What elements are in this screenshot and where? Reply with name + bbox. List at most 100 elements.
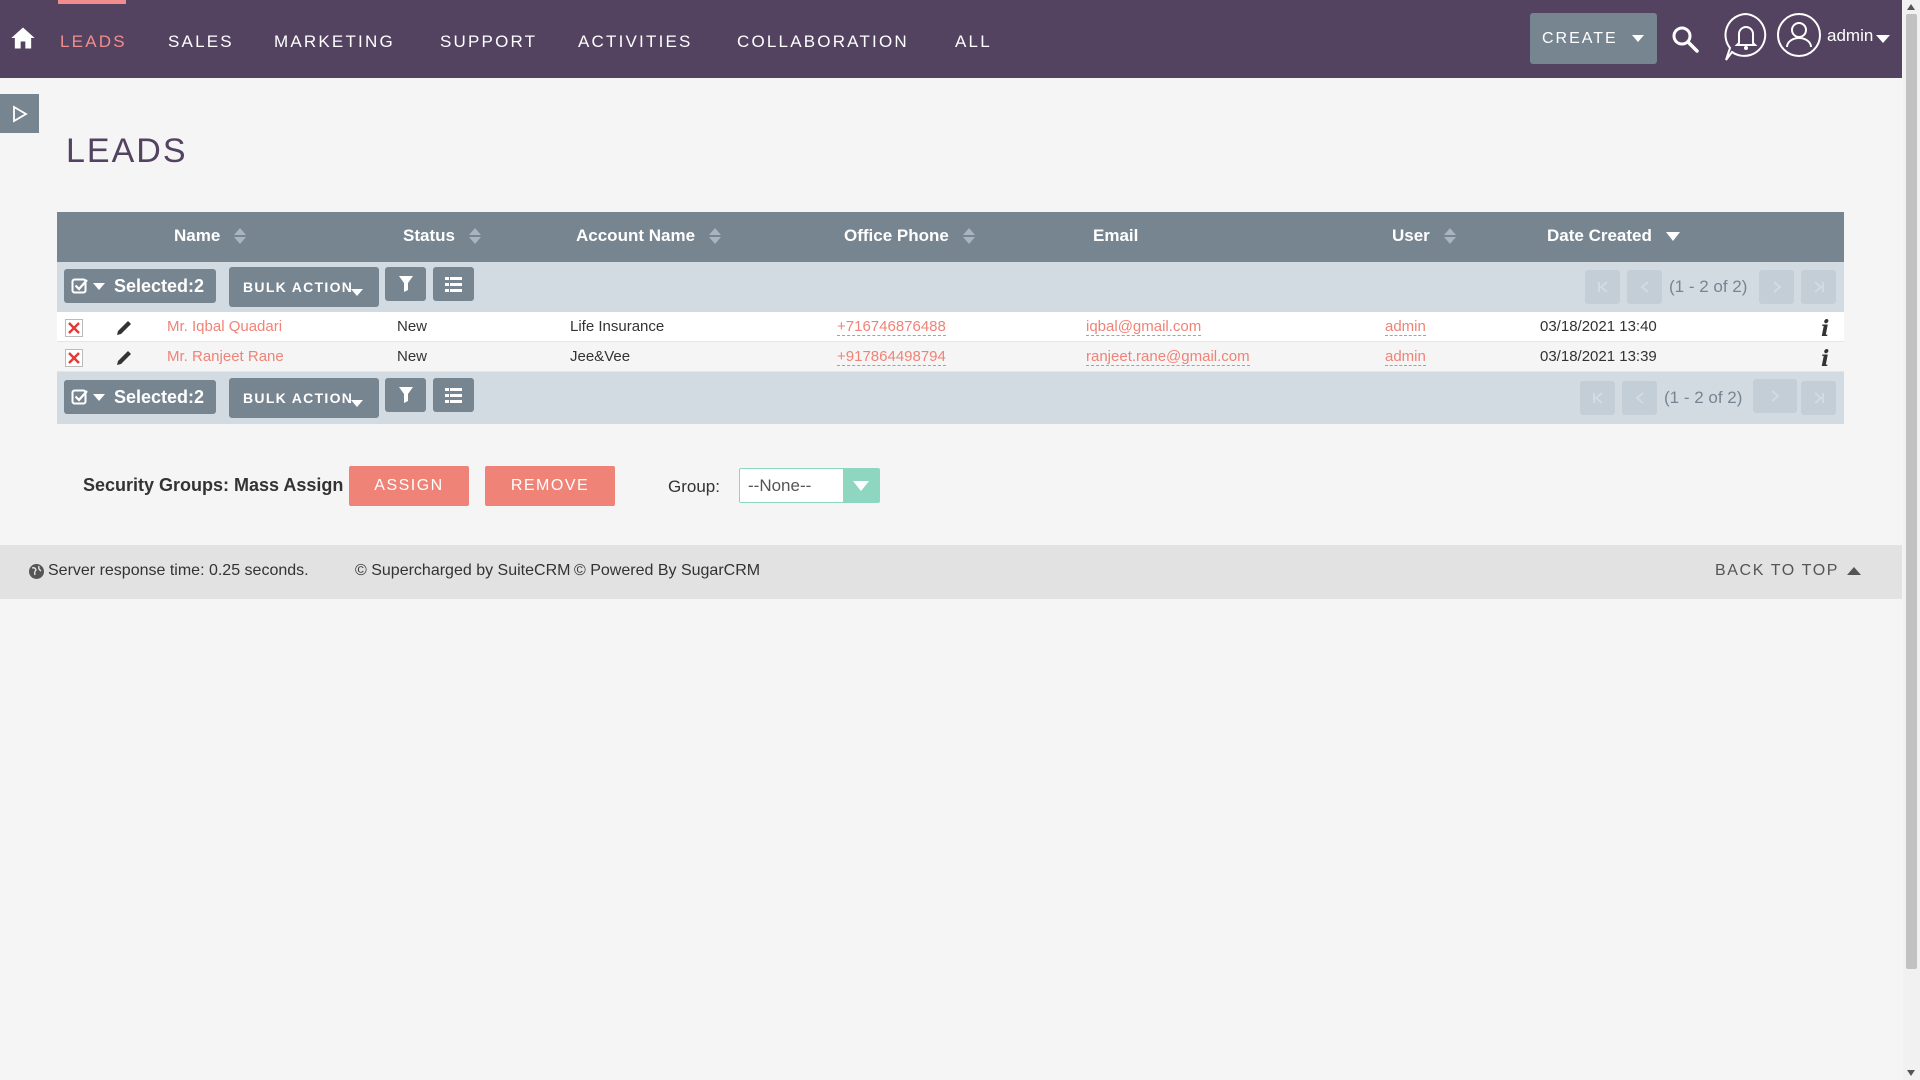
top-navigation-bar: LEADS SALES MARKETING SUPPORT ACTIVITIES… [0,0,1902,78]
assign-button[interactable]: ASSIGN [349,466,469,506]
column-header-account-name-label: Account Name [576,226,696,245]
lead-status: New [397,318,428,335]
nav-item-all[interactable]: ALL [955,0,992,78]
sidebar-toggle-button[interactable] [0,94,39,133]
filter-button[interactable] [385,267,426,301]
scroll-down-arrow-icon[interactable] [1907,1070,1915,1076]
pagination-last-button[interactable] [1801,270,1836,304]
sort-descending-icon[interactable] [1665,231,1680,241]
remove-button[interactable]: REMOVE [485,466,615,506]
scroll-up-arrow-icon[interactable] [1907,4,1915,10]
info-icon[interactable]: i [1821,316,1829,342]
sort-icon[interactable] [1443,227,1456,245]
pagination-prev-button[interactable] [1627,270,1662,304]
column-header-user[interactable]: User [1392,226,1456,246]
user-avatar-icon[interactable] [1776,12,1822,58]
lead-name-link[interactable]: Mr. Iqbal Quadari [167,318,282,335]
filter-button[interactable] [385,378,426,412]
security-groups-label: Security Groups: Mass Assign [83,475,344,495]
column-header-office-phone-label: Office Phone [844,226,949,245]
column-header-account-name[interactable]: Account Name [576,226,722,246]
chevron-down-icon [351,400,363,407]
action-bar-top: Selected:2 BULK ACTION (1 - 2 of 2) [57,262,1844,312]
row-select-checkbox[interactable] [65,319,83,337]
play-triangle-icon [12,104,28,123]
nav-item-support[interactable]: SUPPORT [440,0,537,78]
bulk-action-label: BULK ACTION [243,390,354,406]
chevron-down-icon [1631,35,1644,42]
column-header-name-label: Name [174,226,221,245]
nav-item-marketing[interactable]: MARKETING [274,0,395,78]
user-menu-label[interactable]: admin [1827,26,1873,46]
sort-icon[interactable] [468,227,481,245]
column-header-office-phone[interactable]: Office Phone [844,226,975,246]
suitecrm-credit-link[interactable]: © Supercharged by SuiteCRM [355,562,570,580]
lead-office-phone-link[interactable]: +917864498794 [837,348,946,366]
mass-select-button[interactable]: Selected:2 [64,269,216,303]
chevron-right-icon [1772,281,1782,293]
info-icon[interactable]: i [1821,346,1829,372]
lead-name-link[interactable]: Mr. Ranjeet Rane [167,348,284,365]
pagination-last-button[interactable] [1801,381,1836,415]
nav-item-sales[interactable]: SALES [168,0,234,78]
pagination-first-button[interactable] [1585,270,1620,304]
pagination-count: (1 - 2 of 2) [1664,388,1743,407]
nav-item-leads[interactable]: LEADS [60,0,127,78]
vertical-scrollbar[interactable] [1903,0,1920,1080]
last-page-icon [1813,281,1824,293]
group-select[interactable]: --None-- [739,468,880,503]
column-header-name[interactable]: Name [174,226,247,246]
chevron-down-icon[interactable] [843,469,879,502]
row-select-checkbox[interactable] [65,349,83,367]
globe-icon [29,564,44,579]
user-menu-chevron-icon[interactable] [1876,35,1890,43]
lead-user-link[interactable]: admin [1385,318,1426,336]
chevron-left-icon [1639,281,1649,293]
server-response-time: Server response time: 0.25 seconds. [48,562,309,579]
scrollbar-thumb[interactable] [1906,14,1917,969]
mass-select-button[interactable]: Selected:2 [64,380,216,414]
lead-user-link[interactable]: admin [1385,348,1426,366]
pencil-edit-icon[interactable] [114,318,134,338]
pagination-first-button[interactable] [1580,381,1615,415]
pagination-prev-button[interactable] [1622,381,1657,415]
pencil-edit-icon[interactable] [114,348,134,368]
filter-icon [398,387,413,403]
first-page-icon [1592,392,1603,404]
selected-count: Selected:2 [114,275,205,296]
table-header: Name Status Account Name Office Phone Em… [57,212,1844,262]
lead-date-created: 03/18/2021 13:40 [1540,318,1657,335]
list-columns-icon [445,276,462,292]
search-icon[interactable] [1670,24,1702,56]
nav-item-collaboration[interactable]: COLLABORATION [737,0,909,78]
close-icon [68,352,80,364]
leads-list-view: Name Status Account Name Office Phone Em… [57,212,1844,424]
sort-icon[interactable] [234,227,247,245]
chevron-left-icon [1634,392,1644,404]
column-chooser-button[interactable] [433,267,474,301]
action-bar-bottom: Selected:2 BULK ACTION (1 - 2 of 2) [57,373,1844,423]
bulk-action-button[interactable]: BULK ACTION [229,267,379,307]
sugarcrm-credit-link[interactable]: © Powered By SugarCRM [574,562,760,580]
last-page-icon [1813,392,1824,404]
first-page-icon [1597,281,1608,293]
column-chooser-button[interactable] [433,378,474,412]
column-header-email-label: Email [1093,226,1139,245]
column-header-status[interactable]: Status [403,226,481,246]
sort-icon[interactable] [962,227,975,245]
pagination-next-button[interactable] [1759,270,1794,304]
nav-item-activities[interactable]: ACTIVITIES [578,0,693,78]
notification-bell-icon[interactable] [1722,12,1770,64]
lead-office-phone-link[interactable]: +716746876488 [837,318,946,336]
back-to-top-link[interactable]: BACK TO TOP [1715,562,1862,580]
column-header-date-created[interactable]: Date Created [1547,226,1680,246]
column-header-user-label: User [1392,226,1430,245]
lead-email-link[interactable]: iqbal@gmail.com [1086,318,1202,336]
create-button[interactable]: CREATE [1530,13,1657,64]
pagination-next-button[interactable] [1753,379,1797,413]
home-icon[interactable] [8,22,38,54]
bulk-action-button[interactable]: BULK ACTION [229,378,379,418]
lead-account-name: Life Insurance [570,318,665,335]
sort-icon[interactable] [709,227,722,245]
lead-email-link[interactable]: ranjeet.rane@gmail.com [1086,348,1250,366]
